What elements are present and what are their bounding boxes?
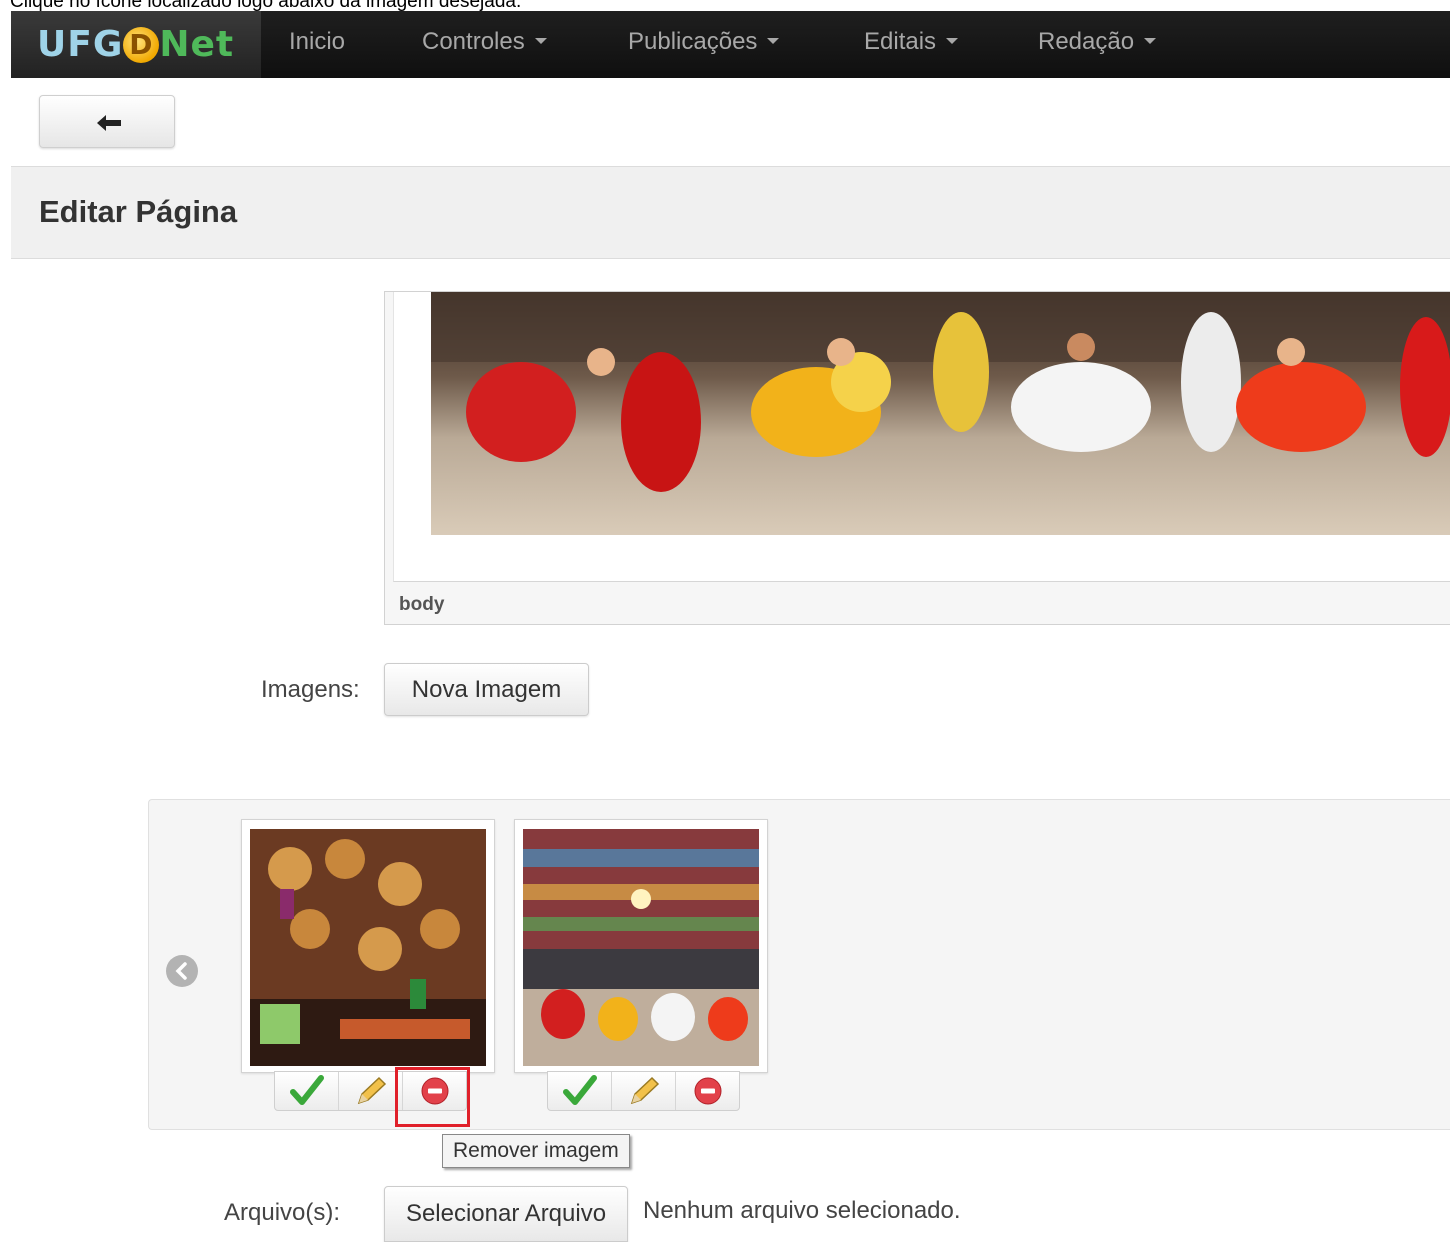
back-button[interactable] bbox=[39, 95, 175, 148]
pencil-icon bbox=[630, 1076, 660, 1105]
thumbnail-image bbox=[523, 829, 759, 1066]
image-actions-2 bbox=[547, 1071, 740, 1111]
brand-d-icon: D bbox=[123, 27, 160, 63]
brand-text: UFG D Net bbox=[37, 24, 235, 65]
brand-logo[interactable]: UFG D Net bbox=[11, 11, 261, 78]
caret-down-icon bbox=[946, 38, 959, 44]
highlight-box bbox=[395, 1067, 470, 1127]
editor-content-area[interactable] bbox=[393, 292, 1450, 582]
thumbnail-image bbox=[250, 829, 486, 1066]
file-status-text: Nenhum arquivo selecionado. bbox=[643, 1197, 961, 1224]
new-image-button[interactable]: Nova Imagem bbox=[384, 663, 589, 716]
remove-image-button[interactable] bbox=[676, 1072, 739, 1110]
pencil-icon bbox=[357, 1076, 387, 1105]
nav-publicacoes[interactable]: Publicações bbox=[628, 28, 780, 56]
chevron-left-icon[interactable] bbox=[166, 955, 198, 987]
page-title: Editar Página bbox=[39, 194, 238, 229]
edit-image-button[interactable] bbox=[612, 1072, 676, 1110]
rich-text-editor: body bbox=[384, 291, 1450, 625]
checkmark-icon bbox=[290, 1075, 324, 1105]
edit-image-button[interactable] bbox=[339, 1072, 403, 1110]
approve-image-button[interactable] bbox=[275, 1072, 339, 1110]
remove-minus-icon bbox=[694, 1077, 722, 1105]
checkmark-icon bbox=[563, 1075, 597, 1105]
nav-redacao[interactable]: Redação bbox=[1038, 28, 1157, 56]
top-navbar: UFG D Net Inicio Controles Publicações Edi… bbox=[11, 11, 1450, 78]
caret-down-icon bbox=[767, 38, 780, 44]
nav-controles[interactable]: Controles bbox=[422, 28, 547, 56]
page-header: Editar Página bbox=[11, 166, 1450, 259]
approve-image-button[interactable] bbox=[548, 1072, 612, 1110]
arrow-left-icon bbox=[97, 115, 121, 131]
caret-down-icon bbox=[1144, 38, 1157, 44]
caret-down-icon bbox=[534, 38, 547, 44]
nav-editais[interactable]: Editais bbox=[864, 28, 959, 56]
files-label: Arquivo(s): bbox=[224, 1199, 341, 1226]
select-file-button[interactable]: Selecionar Arquivo bbox=[384, 1186, 628, 1242]
remove-image-tooltip: Remover imagem bbox=[442, 1134, 630, 1168]
nav-inicio[interactable]: Inicio bbox=[289, 28, 345, 56]
image-thumbnail-2[interactable] bbox=[514, 819, 768, 1073]
image-gallery bbox=[148, 799, 1450, 1130]
images-label: Imagens: bbox=[261, 676, 360, 703]
editor-element-path: body bbox=[399, 594, 445, 615]
image-thumbnail-1[interactable] bbox=[241, 819, 495, 1073]
editor-inserted-image[interactable] bbox=[431, 292, 1450, 535]
